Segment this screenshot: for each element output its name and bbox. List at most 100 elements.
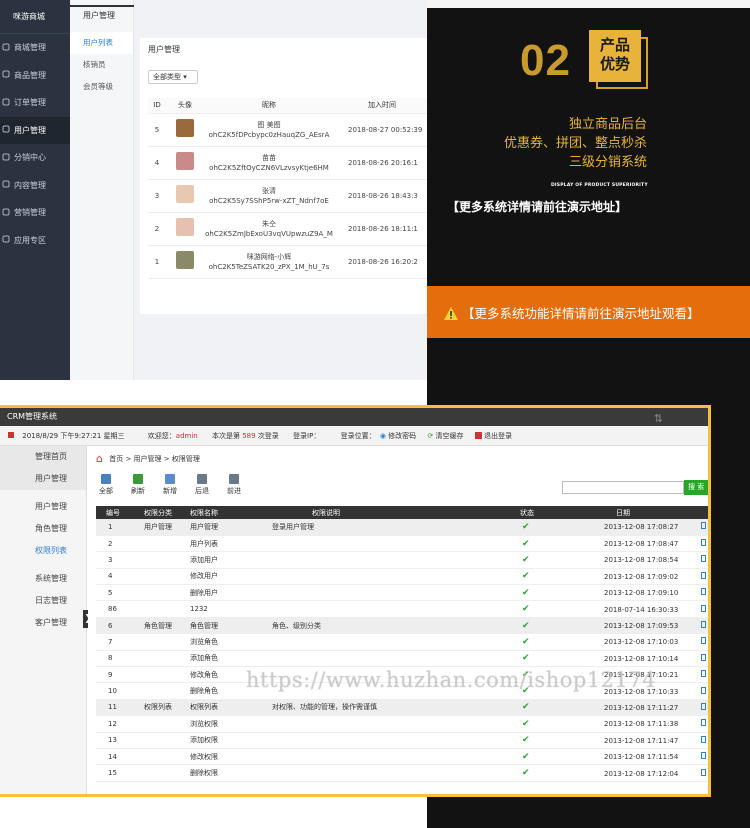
login-position-label: 登录位置： [340,432,376,440]
search-button[interactable]: 搜 索 [684,480,708,495]
edit-icon[interactable] [701,522,707,530]
user-icon [2,125,10,135]
crm-sidebar-item-3[interactable]: 角色管理 [0,518,86,540]
avatar [176,152,194,170]
nickname-cell: 苗苗 ohC2K5ZftOyCZN6VLzvsyKtje6HM [204,146,334,180]
sidebar-item-3[interactable]: 用户管理 [0,116,70,144]
tool-button-3[interactable]: 后退 [192,474,212,496]
clear-cache-button[interactable]: ⟳ 清空缓存 [427,432,463,440]
promo-top-stripe [427,0,750,8]
crm-sidebar-item-5[interactable]: 系统管理 [0,568,86,590]
edit-icon[interactable] [701,604,707,612]
perm-status-cell: ✔ [502,748,546,766]
perm-no: 2 [96,535,144,553]
perm-name: 删除用户 [190,584,272,602]
edit-icon[interactable] [701,686,707,694]
check-icon: ✔ [522,587,530,598]
avatar-cell [166,179,204,213]
key-icon: ◉ [379,432,386,440]
search-input[interactable] [562,481,684,494]
perm-no: 11 [96,699,144,717]
type-filter-select[interactable]: 全部类型 ▾ [148,70,198,84]
edit-icon[interactable] [701,588,707,596]
edit-icon[interactable] [701,735,707,743]
sidebar-item-label: 商品管理 [14,70,46,80]
avatar [176,251,194,269]
page-title: 用户管理 [148,45,180,54]
check-icon: ✔ [522,554,530,565]
sidebar-item-6[interactable]: 营销管理 [0,199,70,227]
edit-icon[interactable] [701,752,707,760]
subnav-item-1[interactable]: 核销员 [70,54,133,76]
perm-name: 删除权限 [190,764,272,782]
table-row: 5图 美图 ohC2K5fDPcbypc0zHauqZG_AEsrA 2018-08… [148,113,430,147]
tool-label: 刷新 [131,487,145,495]
user-id: 1 [148,245,166,279]
crm-sidebar-item-7[interactable]: 客户管理 [0,612,86,634]
permission-col-header: 权限说明 [272,506,502,519]
check-icon: ✔ [522,636,530,647]
tool-button-0[interactable]: 全部 [96,474,116,496]
current-datetime: 2018/8/29 下午9:27:21 星期三 [22,432,125,440]
permission-table: 编号 权限分类 权限名称 权限说明 状态 日期 1 用户管理 用户管理 登录用户管理 ✔ 2013-… [96,506,708,782]
edit-icon[interactable] [701,719,707,727]
sidebar-item-5[interactable]: 内容管理 [0,172,70,200]
logout-button[interactable]: 退出登录 [474,432,512,440]
tool-button-4[interactable]: 前进 [224,474,244,496]
perm-desc [272,584,502,602]
tool-label: 前进 [227,487,241,495]
sidebar-item-1[interactable]: 商品管理 [0,62,70,90]
edit-icon[interactable] [701,637,707,645]
logout-icon [474,432,482,439]
edit-icon[interactable] [701,768,707,776]
crm-sidebar: 管理首页 用户管理 用户管理 角色管理 权限列表 系统管理 日志管理 客户管理 [0,446,87,794]
table-row: 2 朱仝 ohC2K5ZmJbExoU3vqVUpwzuZ9A_M 2018-08-2… [148,212,430,246]
tool-button-1[interactable]: 刷新 [128,474,148,496]
sidebar-item-7[interactable]: 应用专区 [0,227,70,255]
edit-icon[interactable] [701,571,707,579]
tool-button-2[interactable]: 新增 [160,474,180,496]
table-row: 3 张清 ohC2K5Sy7SShP5rw-xZT_Ndnf7oE 2018-08-2… [148,179,430,213]
login-count-suffix: 次登录 [257,432,279,440]
username: admin [175,432,198,440]
perm-name: 1232 [190,600,272,618]
perm-date: 2013-12-08 17:11:27 [604,703,679,712]
edit-icon[interactable] [701,621,707,629]
home-icon[interactable]: ⌂ [96,452,103,465]
table-row: 11 权限列表 权限列表 对权限、功能的管理，操作需谨慎 ✔ 2013-12-08 17:… [96,699,708,717]
edit-icon[interactable] [701,539,707,547]
perm-category: 权限列表 [144,699,190,717]
openid: ohC2K5fDPcbypc0zHauqZG_AEsrA [208,130,330,139]
join-time: 2018-08-26 16:20:2 [334,245,430,279]
perm-category [144,568,190,586]
crm-sidebar-item-2[interactable]: 用户管理 [0,496,86,518]
edit-icon[interactable] [701,702,707,710]
sidebar-item-4[interactable]: 分销中心 [0,144,70,172]
advantage-badge: 产品 优势 [589,30,641,82]
table-row: 14 修改权限 ✔ 2013-12-08 17:11:54 [96,748,708,766]
perm-desc [272,732,502,749]
crm-sidebar-item-4[interactable]: 权限列表 [0,540,86,562]
perm-date-cell: 2018-07-14 16:30:33 [546,600,708,618]
crm-sidebar-item-6[interactable]: 日志管理 [0,590,86,612]
sidebar-item-0[interactable]: 商城管理 [0,34,70,62]
crm-sidebar-item-0[interactable]: 管理首页 [0,446,86,468]
watermark: https://www.huzhan.com/ishop12174 [246,668,657,692]
edit-icon[interactable] [701,653,707,661]
table-row: 4 修改用户 ✔ 2013-12-08 17:09:02 [96,568,708,586]
permission-col-header: 权限名称 [190,506,272,519]
edit-icon[interactable] [701,555,707,563]
perm-date-cell: 2013-12-08 17:11:47 [546,732,708,749]
perm-date-cell: 2013-12-08 17:10:03 [546,633,708,651]
edit-icon[interactable] [701,670,707,678]
perm-name: 浏览角色 [190,633,272,651]
sidebar-item-label: 内容管理 [14,180,46,190]
crm-sidebar-item-1[interactable]: 用户管理 [0,468,86,490]
sidebar-item-2[interactable]: 订单管理 [0,89,70,117]
login-count-prefix: 本次是第 [211,432,240,440]
check-icon: ✔ [522,620,530,631]
change-password-button[interactable]: ◉ 修改密码 [380,432,416,440]
subnav-item-2[interactable]: 会员等级 [70,76,133,98]
user-id: 2 [148,212,166,246]
subnav-item-0[interactable]: 用户列表 [70,32,133,54]
